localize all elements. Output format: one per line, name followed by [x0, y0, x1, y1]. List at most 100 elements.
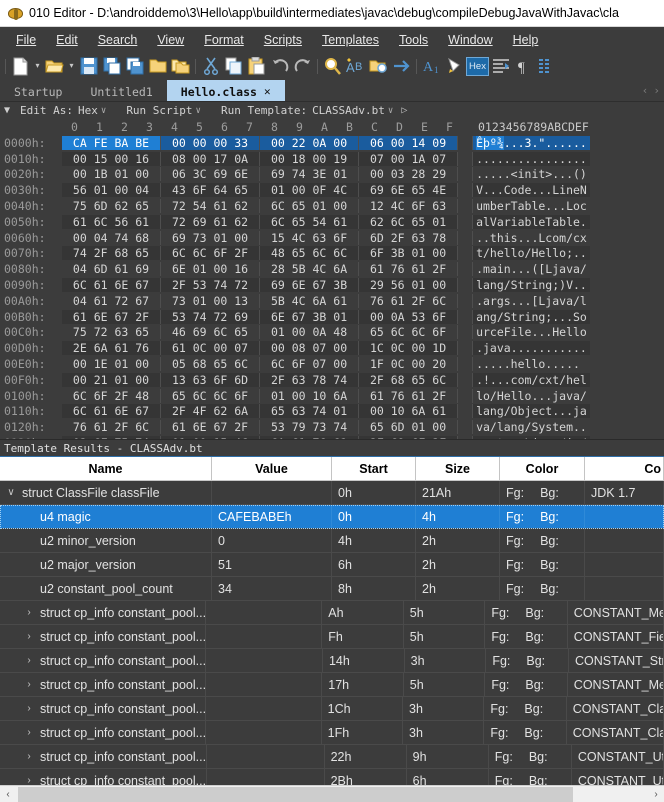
menu-help[interactable]: Help	[503, 30, 549, 50]
goto-icon[interactable]	[390, 54, 413, 78]
cell-color[interactable]: Fg: Bg:	[500, 577, 585, 600]
chevron-right-icon[interactable]: ›	[22, 679, 36, 690]
chevron-down-icon[interactable]: ∨	[4, 487, 18, 498]
hex-row[interactable]: 0110h: 6C 61 6E 67 2F 4F 62 6A 65 63 74 …	[0, 404, 664, 420]
menu-window[interactable]: Window	[438, 30, 502, 50]
fg-label[interactable]: Fg:	[491, 630, 509, 644]
hex-row[interactable]: 00A0h: 04 61 72 67 73 01 00 13 5B 4C 6A …	[0, 293, 664, 309]
copy-dir-icon[interactable]	[169, 54, 192, 78]
highlight-icon[interactable]	[443, 54, 466, 78]
column-header-comment[interactable]: Co	[585, 457, 664, 480]
hex-ascii-text[interactable]: umberTable...Loc	[472, 199, 590, 213]
hex-row[interactable]: 0000h: CA FE BA BE 00 00 00 33 00 22 0A …	[0, 135, 664, 151]
menu-scripts[interactable]: Scripts	[254, 30, 312, 50]
indent-icon[interactable]	[489, 54, 512, 78]
hex-byte-group[interactable]: 72 69 61 62	[161, 215, 260, 229]
cut-icon[interactable]	[199, 54, 222, 78]
fg-label[interactable]: Fg:	[492, 654, 510, 668]
hex-row[interactable]: 00E0h: 00 1E 01 00 05 68 65 6C 6C 6F 07 …	[0, 356, 664, 372]
hex-ascii-text[interactable]: .main...([Ljava/	[472, 262, 590, 276]
chevron-down-icon[interactable]: ∨	[101, 106, 106, 116]
open-folder-icon[interactable]	[43, 54, 66, 78]
hex-byte-group[interactable]: 00 1E 01 00	[62, 357, 161, 371]
bg-label[interactable]: Bg:	[525, 678, 544, 692]
hex-byte-group[interactable]: 04 61 72 67	[62, 294, 161, 308]
tab-untitled1[interactable]: Untitled1	[76, 80, 166, 101]
hex-byte-group[interactable]: 00 1B 01 00	[62, 167, 161, 181]
undo-icon[interactable]	[268, 54, 291, 78]
hex-byte-group[interactable]: 72 54 61 62	[161, 199, 260, 213]
hex-byte-group[interactable]: 61 76 61 2F	[359, 389, 458, 403]
menu-file[interactable]: File	[6, 30, 46, 50]
cell-color[interactable]: Fg:Bg:	[500, 505, 585, 528]
hex-ascii-text[interactable]: .java...........	[472, 341, 590, 355]
table-row[interactable]: ›struct cp_info constant_pool...17h5hFg:…	[0, 673, 664, 697]
hex-byte-group[interactable]: 1C 0C 00 1D	[359, 341, 458, 355]
fg-label[interactable]: Fg:	[491, 606, 509, 620]
fg-label[interactable]: Fg:	[506, 582, 524, 596]
hex-byte-group[interactable]: 6A 61 76 61	[260, 436, 359, 439]
run-play-icon[interactable]: ▷	[401, 105, 407, 116]
cell-color[interactable]: Fg:Bg:	[500, 481, 585, 504]
tab-next-icon[interactable]: ›	[653, 84, 660, 97]
close-icon[interactable]: ✕	[264, 85, 271, 98]
hex-ascii-text[interactable]: .!...com/cxt/hel	[472, 373, 590, 387]
menu-search[interactable]: Search	[88, 30, 148, 50]
hex-byte-group[interactable]: 07 00 1A 07	[359, 152, 458, 166]
hex-byte-group[interactable]: 61 76 61 2F	[359, 262, 458, 276]
hex-row[interactable]: 0020h: 00 1B 01 00 06 3C 69 6E 69 74 3E …	[0, 167, 664, 183]
cell-color[interactable]: Fg:Bg:	[500, 553, 585, 576]
hex-row[interactable]: 0120h: 76 61 2F 6C 61 6E 67 2F 53 79 73 …	[0, 419, 664, 435]
cell-color[interactable]: Fg:Bg:	[485, 673, 567, 696]
find-icon[interactable]	[321, 54, 344, 78]
hex-row[interactable]: 0060h: 00 04 74 68 69 73 01 00 15 4C 63 …	[0, 230, 664, 246]
hex-byte-group[interactable]: 00 00 00 33	[161, 136, 260, 150]
hex-mode-icon[interactable]: Hex	[466, 54, 489, 78]
hex-byte-group[interactable]: 53 79 73 74	[260, 420, 359, 434]
hex-byte-group[interactable]: 65 63 74 01	[260, 404, 359, 418]
hex-ascii-text[interactable]: va/lang/System..	[472, 420, 590, 434]
hex-byte-group[interactable]: 5B 4C 6A 61	[260, 294, 359, 308]
hex-ascii-text[interactable]: .....hello.....	[472, 357, 583, 371]
bg-label[interactable]: Bg:	[524, 726, 543, 740]
hex-ascii-text[interactable]: lo/Hello...java/	[472, 389, 590, 403]
hex-ascii-text[interactable]: ang/String;...So	[472, 310, 590, 324]
hex-ascii-text[interactable]: .out...Ljava/io/	[472, 436, 590, 439]
hex-ascii-text[interactable]: lang/String;)V..	[472, 278, 590, 292]
hex-row[interactable]: 0130h: 03 6F 75 74 01 00 15 4C 6A 61 76 …	[0, 435, 664, 439]
cell-color[interactable]: Fg:Bg:	[500, 529, 585, 552]
bg-label[interactable]: Bg:	[540, 582, 559, 596]
collapse-toggle[interactable]: ▼	[4, 105, 10, 116]
new-file-chevron-down-icon[interactable]: ▾	[32, 54, 43, 78]
hex-ascii-text[interactable]: V...Code...LineN	[472, 183, 590, 197]
hex-byte-group[interactable]: 6C 6C 6F 2F	[161, 246, 260, 260]
fg-label[interactable]: Fg:	[506, 486, 524, 500]
hex-byte-group[interactable]: 00 08 07 00	[260, 341, 359, 355]
hex-byte-group[interactable]: 6C 61 6E 67	[62, 404, 161, 418]
scrollbar-thumb[interactable]	[18, 787, 573, 802]
copy-icon[interactable]	[222, 54, 245, 78]
hex-byte-group[interactable]: 2F 4F 62 6A	[161, 404, 260, 418]
chevron-right-icon[interactable]: ›	[22, 655, 36, 666]
hex-row[interactable]: 0080h: 04 6D 61 69 6E 01 00 16 28 5B 4C …	[0, 261, 664, 277]
chevron-down-icon[interactable]: ∨	[196, 106, 201, 116]
hex-byte-group[interactable]: 43 6F 64 65	[161, 183, 260, 197]
hex-row[interactable]: 00B0h: 61 6E 67 2F 53 74 72 69 6E 67 3B …	[0, 309, 664, 325]
hex-byte-group[interactable]: 00 22 0A 00	[260, 136, 359, 150]
hex-byte-group[interactable]: 69 73 01 00	[161, 231, 260, 245]
hex-byte-group[interactable]: 6C 65 01 00	[260, 199, 359, 213]
table-row[interactable]: u2 major_version516h2hFg:Bg:	[0, 553, 664, 577]
hex-byte-group[interactable]: 12 4C 6F 63	[359, 199, 458, 213]
hex-byte-group[interactable]: 6C 6F 2F 48	[62, 389, 161, 403]
cell-color[interactable]: Fg:Bg:	[485, 601, 567, 624]
column-header-color[interactable]: Color	[500, 457, 585, 480]
table-row[interactable]: u2 constant_pool_count348h2hFg:Bg:	[0, 577, 664, 601]
bg-label[interactable]: Bg:	[525, 630, 544, 644]
chevron-right-icon[interactable]: ›	[22, 727, 36, 738]
hex-row[interactable]: 00F0h: 00 21 01 00 13 63 6F 6D 2F 63 78 …	[0, 372, 664, 388]
chevron-right-icon[interactable]: ›	[22, 751, 36, 762]
run-template-control[interactable]: Run Template: CLASSAdv.bt ∨ ▷	[221, 104, 407, 117]
hex-ascii-text[interactable]: Êþº¾...3."......	[472, 136, 590, 150]
table-row[interactable]: ›struct cp_info constant_pool...22h9hFg:…	[0, 745, 664, 769]
hex-row[interactable]: 0090h: 6C 61 6E 67 2F 53 74 72 69 6E 67 …	[0, 277, 664, 293]
